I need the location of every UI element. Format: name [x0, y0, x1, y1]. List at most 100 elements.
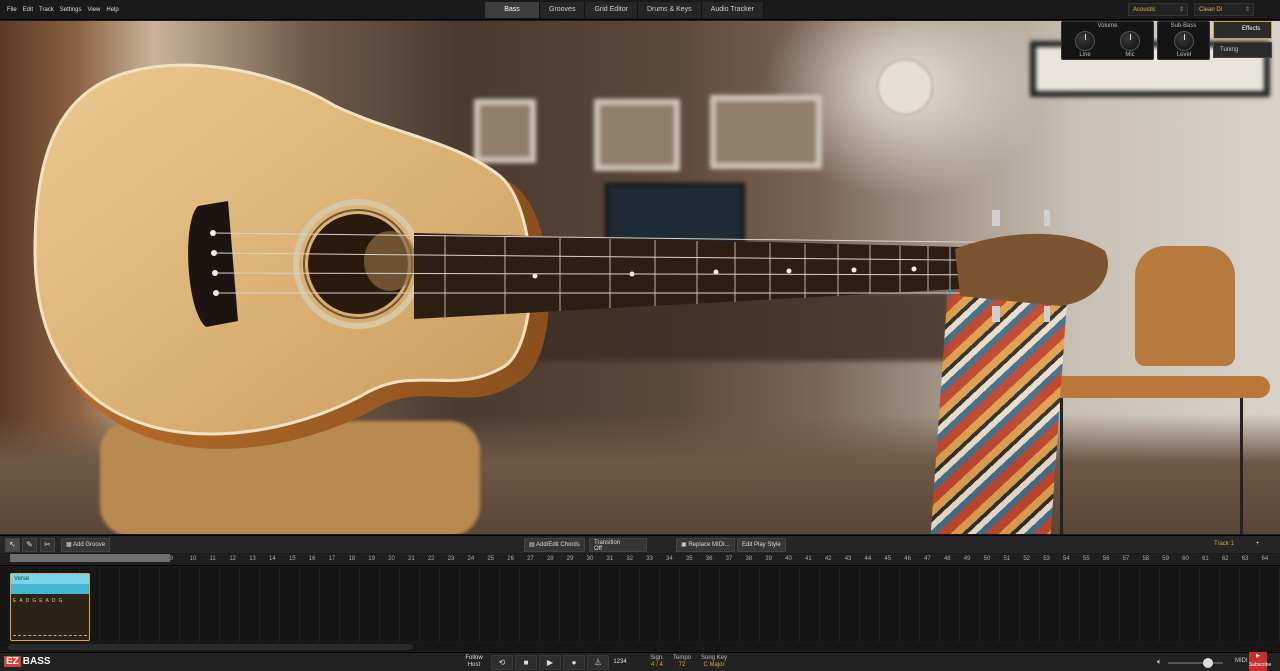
loop-range[interactable] [10, 554, 170, 562]
ruler-bar-number: 41 [805, 556, 812, 562]
follow-host-button[interactable]: Follow Host [462, 655, 486, 669]
ruler-bar-number: 54 [1063, 556, 1070, 562]
ruler-bar-number: 55 [1082, 556, 1090, 562]
ruler-bar-number: 63 [1241, 556, 1249, 562]
scrollbar-thumb[interactable] [8, 644, 413, 650]
instrument-stage [0, 21, 1280, 534]
count-in-button[interactable]: 1234 [610, 659, 630, 666]
tab-bass[interactable]: Bass [485, 2, 540, 18]
ez-bass-logo: EZ BASS [4, 656, 51, 667]
ruler-bar-number: 53 [1043, 556, 1050, 562]
region-note: A [19, 598, 23, 604]
ruler-bar-number: 62 [1221, 556, 1229, 562]
ruler-bar-number: 46 [904, 556, 911, 562]
ruler-bar-number: 44 [864, 556, 872, 562]
tempo-value: 72 [678, 662, 686, 668]
region-note: G [32, 598, 37, 604]
record-icon[interactable]: ● [563, 655, 585, 670]
groove-region[interactable]: Verse EADGEADG [10, 573, 90, 641]
ruler-bar-number: 29 [566, 556, 574, 562]
master-volume-slider[interactable] [1168, 662, 1223, 664]
play-icon[interactable]: ▶ [539, 655, 561, 670]
split-tool-icon[interactable]: ✂ [40, 538, 55, 552]
ruler-bar-number: 25 [487, 556, 495, 562]
menu-help[interactable]: Help [103, 0, 121, 20]
ruler-bar-number: 13 [249, 556, 256, 562]
speaker-icon: 🔈︎ [1157, 657, 1162, 666]
acoustic-bass-guitar[interactable] [0, 21, 1280, 534]
metronome-icon[interactable]: ⏃ [587, 655, 609, 670]
ruler-bar-number: 23 [447, 556, 455, 562]
timeline-ruler[interactable]: 1234567891011121314151617181920212223242… [0, 554, 1280, 566]
ruler-bar-number: 50 [983, 556, 991, 562]
ruler-bar-number: 22 [427, 556, 435, 562]
add-groove-button[interactable]: ▦ Add Groove [61, 538, 111, 552]
tab-drums-keys[interactable]: Drums & Keys [637, 2, 702, 18]
menu-settings[interactable]: Settings [57, 0, 85, 20]
menu-view[interactable]: View [84, 0, 103, 20]
master-volume-handle[interactable] [1203, 658, 1213, 668]
youtube-subscribe-badge[interactable]: ▶ Subscribe [1249, 652, 1271, 671]
ruler-bar-number: 15 [288, 556, 296, 562]
ruler-bar-number: 56 [1102, 556, 1110, 562]
song-key-value: C Major [703, 662, 725, 668]
tempo-label: Tempo [672, 655, 691, 661]
track-lane[interactable] [0, 567, 1280, 642]
ruler-bar-number: 32 [626, 556, 634, 562]
select-tool-icon[interactable]: ↖ [5, 538, 20, 552]
transition-select[interactable]: Transition Off [589, 538, 647, 552]
logo-ez: EZ [4, 656, 21, 667]
menu-file[interactable]: File [4, 0, 20, 20]
region-name: Verse [11, 574, 89, 584]
subbass-section: Sub-Bass Level [1157, 21, 1210, 60]
ruler-bar-number: 42 [824, 556, 832, 562]
add-edit-chords-button[interactable]: ▤ Add/Edit Chords [524, 538, 585, 552]
ruler-bar-number: 35 [685, 556, 693, 562]
add-track-button[interactable]: + [1252, 538, 1264, 552]
tempo-display[interactable]: Tempo 72 [670, 655, 694, 669]
ruler-bar-number: 51 [1003, 556, 1011, 562]
instrument-preset-select[interactable]: Acoustic [1128, 3, 1188, 16]
signature-label: Sign. [650, 655, 664, 661]
menu-track[interactable]: Track [36, 0, 57, 20]
subbass-level-knob[interactable] [1174, 31, 1194, 51]
editor-toolbar: ↖ ✎ ✂ ▦ Add Groove ▤ Add/Edit Chords Tra… [0, 535, 1280, 553]
menu-edit[interactable]: Edit [20, 0, 36, 20]
horizontal-scrollbar[interactable] [0, 643, 1280, 651]
pencil-tool-icon[interactable]: ✎ [22, 538, 37, 552]
tab-audio-tracker[interactable]: Audio Tracker [701, 2, 764, 18]
signature-display[interactable]: Sign. 4 / 4 [645, 655, 669, 669]
ruler-bar-number: 49 [963, 556, 971, 562]
stop-icon[interactable]: ■ [515, 655, 537, 670]
main-menu: File Edit Track Settings View Help [0, 0, 122, 20]
loop-icon[interactable]: ⟲ [491, 655, 513, 670]
track-name[interactable]: Track 1 [1210, 538, 1238, 552]
effects-label: Effects [1242, 26, 1261, 32]
replace-midi-button[interactable]: ▣ Replace MIDI... [676, 538, 735, 552]
add-groove-icon: ▦ [66, 542, 74, 548]
ruler-bar-number: 59 [1162, 556, 1169, 562]
subbass-title: Sub-Bass [1170, 23, 1197, 29]
tab-grid-editor[interactable]: Grid Editor [585, 2, 638, 18]
ruler-bar-number: 48 [943, 556, 951, 562]
effects-button[interactable]: Effects [1213, 21, 1272, 39]
replace-midi-label: Replace MIDI... [688, 542, 730, 548]
mic-volume-knob[interactable] [1120, 31, 1140, 51]
level-label: Level [1176, 52, 1192, 58]
region-notes: EADGEADG [11, 594, 89, 608]
ruler-bar-number: 12 [229, 556, 237, 562]
ruler-bar-number: 58 [1142, 556, 1150, 562]
song-key-label: Song Key [700, 655, 728, 661]
edit-play-style-button[interactable]: Edit Play Style [737, 538, 786, 552]
ruler-bar-number: 57 [1122, 556, 1130, 562]
ruler-bar-number: 33 [646, 556, 653, 562]
ruler-bar-number: 34 [666, 556, 673, 562]
region-note: E [39, 598, 43, 604]
tuning-select[interactable]: Tuning [1213, 42, 1272, 58]
ruler-bar-number: 31 [606, 556, 614, 562]
amp-preset-select[interactable]: Clean DI [1194, 3, 1254, 16]
song-key-display[interactable]: Song Key C Major [698, 655, 730, 669]
line-volume-knob[interactable] [1075, 31, 1095, 51]
tab-grooves[interactable]: Grooves [540, 2, 586, 18]
add-edit-chords-label: Add/Edit Chords [536, 542, 580, 548]
